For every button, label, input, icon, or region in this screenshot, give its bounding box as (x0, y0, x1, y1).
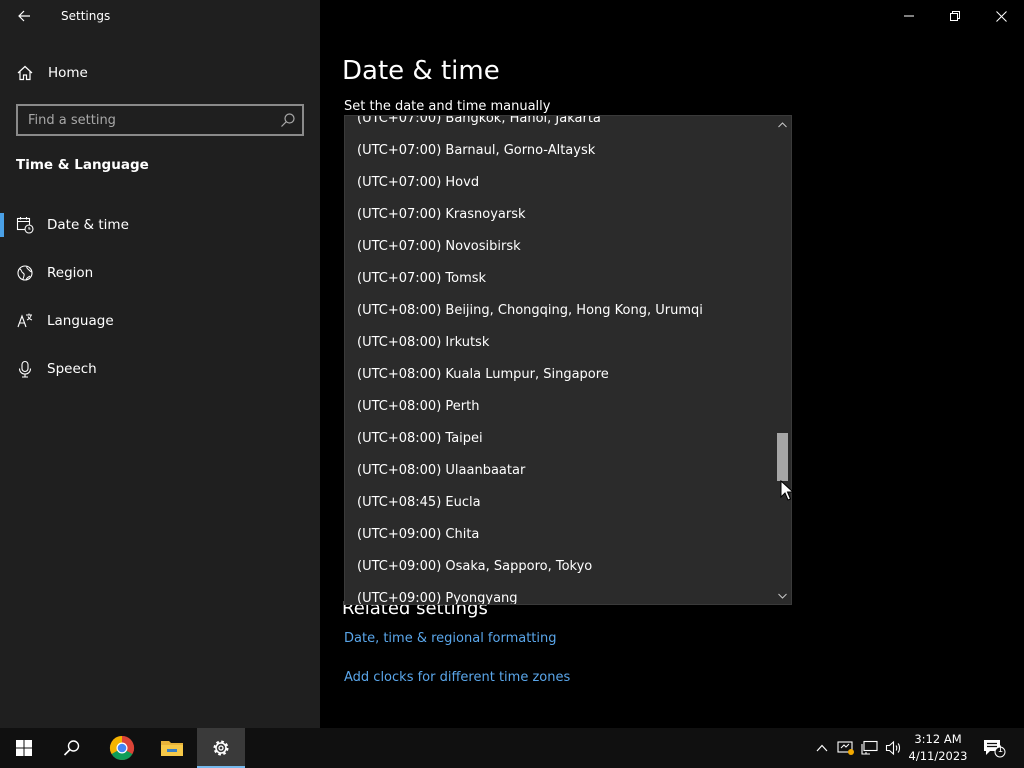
start-button[interactable] (0, 728, 48, 768)
window-controls (886, 0, 1024, 32)
show-hidden-icons-button[interactable] (812, 738, 832, 758)
timezone-option[interactable]: (UTC+07:00) Hovd (345, 167, 775, 199)
timezone-option[interactable]: (UTC+09:00) Osaka, Sapporo, Tokyo (345, 551, 775, 583)
sidebar-item-home[interactable]: Home (0, 56, 320, 90)
search-box (16, 104, 304, 136)
sidebar-item-label: Date & time (47, 217, 129, 233)
section-title: Time & Language (16, 157, 149, 173)
chrome-taskbar-button[interactable] (98, 728, 146, 768)
security-tray-icon[interactable] (836, 738, 856, 758)
app-title: Settings (61, 9, 111, 23)
timezone-option[interactable]: (UTC+08:00) Irkutsk (345, 327, 775, 359)
sidebar-item-label: Language (47, 313, 114, 329)
scroll-up-button[interactable] (774, 116, 791, 133)
restore-button[interactable] (932, 0, 978, 32)
sidebar: Settings Home Time & Language Date & tim… (0, 0, 320, 728)
settings-taskbar-button[interactable] (197, 728, 245, 768)
scroll-down-button[interactable] (774, 587, 791, 604)
sidebar-item-region[interactable]: Region (0, 253, 320, 293)
taskbar-clock[interactable]: 3:12 AM 4/11/2023 (904, 731, 972, 765)
back-arrow-icon (18, 10, 30, 22)
set-manually-label: Set the date and time manually (344, 99, 551, 114)
timezone-option[interactable]: (UTC+07:00) Krasnoyarsk (345, 199, 775, 231)
search-input[interactable] (18, 106, 268, 134)
add-clocks-link[interactable]: Add clocks for different time zones (344, 670, 570, 685)
timezone-option[interactable]: (UTC+08:45) Eucla (345, 487, 775, 519)
sidebar-item-label: Home (48, 65, 88, 81)
gear-icon (213, 740, 229, 756)
language-icon (17, 313, 33, 328)
shield-warning-icon (837, 741, 854, 755)
home-icon (17, 65, 33, 81)
sidebar-item-language[interactable]: Language (0, 301, 320, 341)
taskbar: 3:12 AM 4/11/2023 1 (0, 728, 1024, 768)
network-tray-icon[interactable] (860, 738, 880, 758)
scroll-track[interactable] (777, 134, 788, 586)
minimize-button[interactable] (886, 0, 932, 32)
timezone-dropdown-list[interactable]: (UTC+07:00) Bangkok, Hanoi, Jakarta (UTC+… (344, 115, 792, 605)
microphone-icon (18, 360, 32, 378)
scroll-thumb[interactable] (777, 432, 788, 481)
clock-time: 3:12 AM (914, 732, 962, 746)
clock-date: 4/11/2023 (908, 749, 968, 763)
timezone-option[interactable]: (UTC+07:00) Tomsk (345, 263, 775, 295)
back-button[interactable] (8, 2, 40, 30)
chevron-down-icon (778, 593, 787, 599)
dropdown-scrollbar[interactable] (774, 116, 791, 604)
sidebar-item-date-time[interactable]: Date & time (0, 205, 320, 245)
timezone-option[interactable]: (UTC+08:00) Beijing, Chongqing, Hong Kon… (345, 295, 775, 327)
regional-formatting-link[interactable]: Date, time & regional formatting (344, 631, 557, 646)
chevron-up-icon (778, 121, 787, 127)
search-icon (63, 740, 80, 756)
folder-icon (161, 741, 183, 756)
timezone-option[interactable]: (UTC+08:00) Ulaanbaatar (345, 455, 775, 487)
timezone-option[interactable]: (UTC+08:00) Taipei (345, 423, 775, 455)
file-explorer-taskbar-button[interactable] (148, 728, 196, 768)
close-button[interactable] (978, 0, 1024, 32)
restore-icon (950, 11, 960, 21)
timezone-option[interactable]: (UTC+09:00) Pyongyang (345, 583, 775, 604)
page-title: Date & time (342, 56, 500, 86)
timezone-options: (UTC+07:00) Bangkok, Hanoi, Jakarta (UTC+… (345, 116, 775, 604)
speaker-icon (885, 740, 901, 756)
calendar-clock-icon (16, 217, 34, 234)
sidebar-item-speech[interactable]: Speech (0, 349, 320, 389)
search-icon[interactable] (280, 112, 296, 128)
timezone-option[interactable]: (UTC+08:00) Perth (345, 391, 775, 423)
globe-icon (17, 265, 33, 281)
timezone-option[interactable]: (UTC+08:00) Kuala Lumpur, Singapore (345, 359, 775, 391)
chevron-up-icon (816, 744, 828, 752)
mouse-pointer-icon (780, 480, 794, 501)
network-icon (861, 740, 878, 755)
minimize-icon (904, 15, 914, 17)
title-bar: Settings (0, 0, 320, 32)
sidebar-item-label: Region (47, 265, 94, 281)
windows-logo-icon (16, 740, 32, 756)
taskbar-search-button[interactable] (48, 728, 96, 768)
timezone-option[interactable]: (UTC+07:00) Novosibirsk (345, 231, 775, 263)
timezone-option[interactable]: (UTC+07:00) Bangkok, Hanoi, Jakarta (345, 116, 775, 135)
close-icon (995, 10, 1007, 22)
action-center-button[interactable]: 1 (982, 738, 1006, 758)
notification-count: 1 (997, 745, 1004, 755)
timezone-option[interactable]: (UTC+07:00) Barnaul, Gorno-Altaysk (345, 135, 775, 167)
timezone-option[interactable]: (UTC+09:00) Chita (345, 519, 775, 551)
sidebar-item-label: Speech (47, 361, 97, 377)
chrome-icon (109, 736, 135, 761)
volume-tray-icon[interactable] (884, 738, 904, 758)
